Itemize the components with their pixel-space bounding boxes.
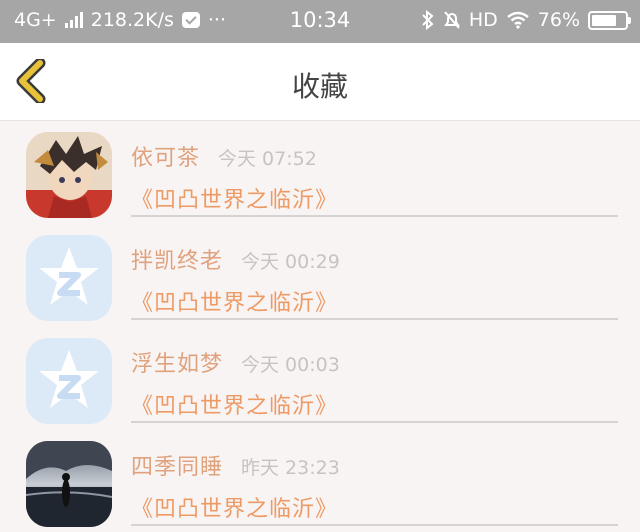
book-title[interactable]: 《凹凸世界之临沂》 xyxy=(131,491,338,523)
nav-header: 收藏 xyxy=(0,43,640,121)
divider xyxy=(131,524,618,526)
page-title: 收藏 xyxy=(291,70,348,103)
mute-bell-icon xyxy=(443,11,460,29)
timestamp: 今天 07:52 xyxy=(218,148,317,170)
item-meta: 四季同睡 昨天 23:23 xyxy=(131,449,340,481)
qq-default-avatar-icon xyxy=(26,338,112,424)
item-meta: 拌凯终老 今天 00:29 xyxy=(131,243,340,275)
anime-avatar-image xyxy=(26,132,112,218)
divider xyxy=(131,421,618,423)
bluetooth-icon xyxy=(422,10,434,30)
item-meta: 依可茶 今天 07:52 xyxy=(131,140,317,172)
avatar[interactable] xyxy=(26,235,112,321)
status-right: HD 76% xyxy=(421,9,631,31)
book-title[interactable]: 《凹凸世界之临沂》 xyxy=(131,182,338,214)
user-name[interactable]: 拌凯终老 xyxy=(131,243,223,275)
status-bar: 4G+ 218.2K/s ··· 10:34 HD 76% xyxy=(0,0,640,43)
battery-percent: 76% xyxy=(537,9,580,31)
book-title[interactable]: 《凹凸世界之临沂》 xyxy=(131,388,338,420)
user-name[interactable]: 四季同睡 xyxy=(131,449,223,481)
list-item[interactable]: 浮生如梦 今天 00:03 《凹凸世界之临沂》 xyxy=(0,328,640,431)
timestamp: 昨天 23:23 xyxy=(241,457,340,479)
list-item[interactable]: 拌凯终老 今天 00:29 《凹凸世界之临沂》 xyxy=(0,225,640,328)
timestamp: 今天 00:29 xyxy=(241,251,340,273)
user-name[interactable]: 浮生如梦 xyxy=(131,346,223,378)
landscape-avatar-image xyxy=(26,441,112,527)
battery-icon xyxy=(588,10,631,30)
list-item[interactable]: 依可茶 今天 07:52 《凹凸世界之临沂》 xyxy=(0,122,640,225)
avatar[interactable] xyxy=(26,441,112,527)
divider xyxy=(131,318,618,320)
hd-indicator: HD xyxy=(468,9,498,31)
user-name[interactable]: 依可茶 xyxy=(131,140,200,172)
favorites-list: 依可茶 今天 07:52 《凹凸世界之临沂》 拌凯终老 今天 00:29 《凹凸… xyxy=(0,122,640,532)
qq-default-avatar-icon xyxy=(26,235,112,321)
item-meta: 浮生如梦 今天 00:03 xyxy=(131,346,340,378)
wifi-icon xyxy=(506,11,529,29)
timestamp: 今天 00:03 xyxy=(241,354,340,376)
avatar[interactable] xyxy=(26,338,112,424)
avatar[interactable] xyxy=(26,132,112,218)
list-item[interactable]: 四季同睡 昨天 23:23 《凹凸世界之临沂》 xyxy=(0,431,640,532)
book-title[interactable]: 《凹凸世界之临沂》 xyxy=(131,285,338,317)
divider xyxy=(131,215,618,217)
